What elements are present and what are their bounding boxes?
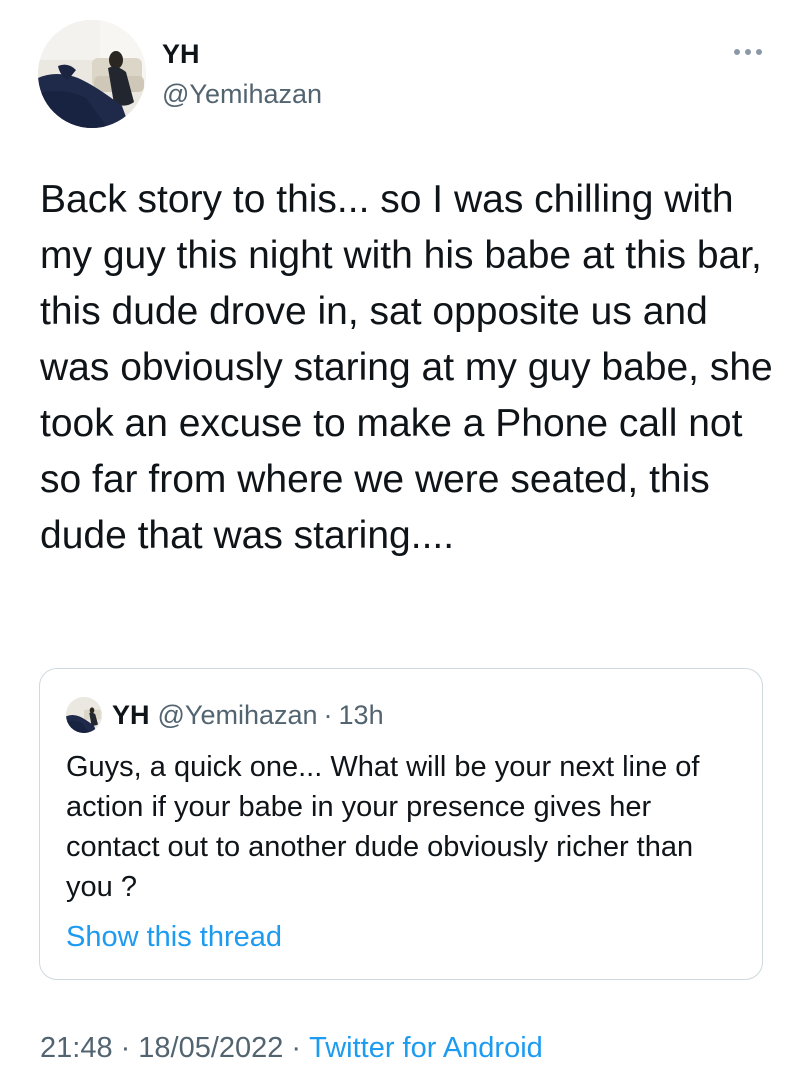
author-handle[interactable]: @Yemihazan	[162, 78, 322, 110]
quoted-tweet-card[interactable]: YH @Yemihazan · 13h Guys, a quick one...…	[39, 668, 763, 980]
tweet-source-link[interactable]: Twitter for Android	[309, 1032, 543, 1064]
meta-separator-2: ·	[291, 1032, 302, 1064]
quoted-avatar-photo	[66, 697, 102, 733]
show-thread-link[interactable]: Show this thread	[66, 917, 282, 957]
more-horizontal-icon-dot	[745, 49, 751, 55]
quoted-timestamp[interactable]: 13h	[339, 700, 384, 731]
quoted-author-avatar	[66, 697, 102, 733]
quoted-separator: ·	[323, 699, 333, 730]
author-avatar[interactable]	[38, 20, 146, 128]
meta-separator: ·	[120, 1032, 131, 1064]
avatar-photo	[38, 20, 146, 128]
quoted-tweet-text: Guys, a quick one... What will be your n…	[66, 751, 700, 903]
author-display-name[interactable]: YH	[162, 38, 200, 70]
quoted-author-handle: @Yemihazan	[157, 699, 318, 730]
quoted-tweet-header: YH @Yemihazan · 13h	[66, 697, 384, 733]
quoted-author-name: YH	[112, 699, 150, 730]
more-horizontal-icon	[734, 49, 740, 55]
tweet-time[interactable]: 21:48	[40, 1032, 113, 1064]
tweet-date[interactable]: 18/05/2022	[138, 1032, 283, 1064]
tweet-metadata: 21:48 · 18/05/2022 · Twitter for Android	[40, 1028, 543, 1068]
more-options-button[interactable]	[728, 36, 768, 68]
tweet-text: Back story to this... so I was chilling …	[40, 178, 773, 557]
more-horizontal-icon-dot	[756, 49, 762, 55]
